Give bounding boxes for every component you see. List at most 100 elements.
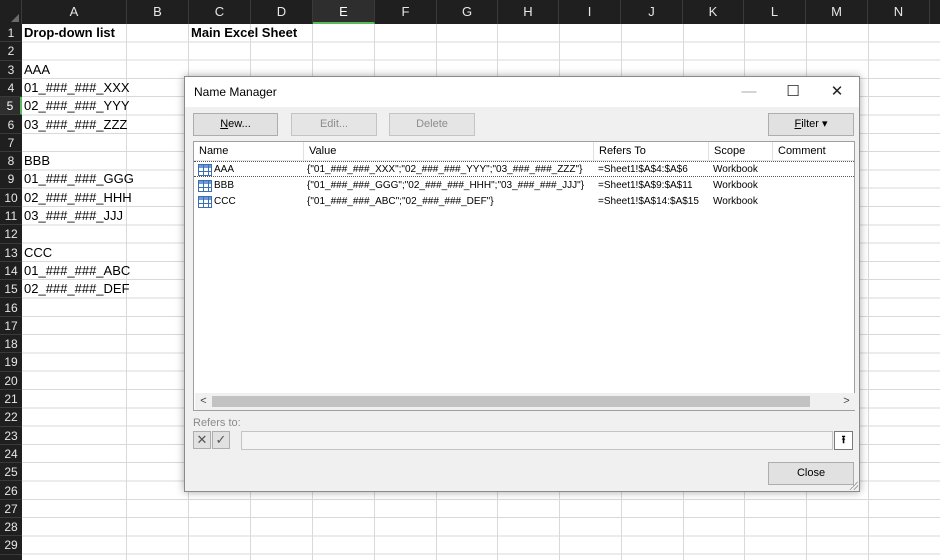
name-manager-dialog: Name Manager — ☐ ✕ New... Edit... Delete… <box>184 76 860 492</box>
table-row[interactable]: BBB {"01_###_###_GGG";"02_###_###_HHH";"… <box>194 178 854 194</box>
row-header[interactable]: 4 <box>0 79 22 98</box>
row-header[interactable]: 19 <box>0 353 22 372</box>
horizontal-scrollbar[interactable]: < > <box>195 393 855 410</box>
table-row[interactable]: AAA {"01_###_###_XXX";"02_###_###_YYY";"… <box>194 161 854 177</box>
table-row[interactable]: CCC {"01_###_###_ABC";"02_###_###_DEF"} … <box>194 194 854 210</box>
new-button-mnemonic: N <box>220 118 229 130</box>
cell-a11[interactable]: 03_###_###_JJJ <box>22 207 123 225</box>
cell-a6[interactable]: 03_###_###_ZZZ <box>22 116 127 134</box>
column-header-j[interactable]: J <box>621 0 683 24</box>
row-refers-to: =Sheet1!$A$9:$A$11 <box>598 180 693 191</box>
column-header-h[interactable]: H <box>498 0 559 24</box>
column-header-l[interactable]: L <box>744 0 806 24</box>
dialog-title: Name Manager <box>194 85 277 99</box>
dropdown-arrow-icon: ▾ <box>822 118 828 130</box>
row-header[interactable]: 1 <box>0 24 22 43</box>
row-value: {"01_###_###_XXX";"02_###_###_YYY";"03_#… <box>307 164 583 175</box>
column-header-a[interactable]: A <box>22 0 127 24</box>
row-header[interactable]: 25 <box>0 463 22 482</box>
minimize-icon[interactable]: — <box>727 77 771 107</box>
row-header[interactable]: 23 <box>0 427 22 445</box>
row-header[interactable]: 16 <box>0 299 22 317</box>
dialog-titlebar[interactable]: Name Manager — ☐ ✕ <box>185 77 859 107</box>
row-header[interactable]: 6 <box>0 116 22 134</box>
scroll-left-icon[interactable]: < <box>195 393 212 410</box>
row-header[interactable]: 26 <box>0 482 22 500</box>
scroll-right-icon[interactable]: > <box>838 393 855 410</box>
column-name-header[interactable]: Name <box>194 142 304 161</box>
row-header[interactable]: 24 <box>0 445 22 464</box>
row-header[interactable]: 29 <box>0 536 22 555</box>
cancel-edit-icon[interactable]: ✕ <box>193 431 211 449</box>
close-button[interactable]: Close <box>768 462 854 485</box>
row-value: {"01_###_###_GGG";"02_###_###_HHH";"03_#… <box>307 180 585 191</box>
row-header[interactable]: 7 <box>0 134 22 153</box>
row-header[interactable]: 9 <box>0 170 22 189</box>
row-header[interactable]: 10 <box>0 189 22 207</box>
column-header-bar: A B C D E F G H I J K L M N <box>0 0 940 24</box>
row-header[interactable]: 15 <box>0 280 22 299</box>
row-header[interactable]: 17 <box>0 317 22 336</box>
row-header[interactable]: 11 <box>0 207 22 226</box>
resize-grip-icon[interactable] <box>848 480 858 490</box>
row-header[interactable]: 3 <box>0 61 22 79</box>
named-range-icon <box>198 180 212 192</box>
row-header[interactable]: 22 <box>0 408 22 427</box>
column-refers-to-header[interactable]: Refers To <box>594 142 709 161</box>
row-header[interactable]: 18 <box>0 335 22 354</box>
column-value-header[interactable]: Value <box>304 142 594 161</box>
cell-a8[interactable]: BBB <box>22 152 50 170</box>
close-icon[interactable]: ✕ <box>815 77 859 107</box>
row-header[interactable]: 28 <box>0 518 22 537</box>
cell-a14[interactable]: 01_###_###_ABC <box>22 262 130 280</box>
row-header[interactable]: 13 <box>0 244 22 262</box>
scrollbar-thumb[interactable] <box>212 396 810 407</box>
row-header[interactable]: 12 <box>0 225 22 244</box>
new-button[interactable]: New... <box>193 113 278 136</box>
column-header-i[interactable]: I <box>559 0 621 24</box>
cell-a13[interactable]: CCC <box>22 244 52 262</box>
filter-button[interactable]: Filter ▾ <box>768 113 854 136</box>
column-header-g[interactable]: G <box>437 0 498 24</box>
confirm-edit-icon[interactable]: ✓ <box>212 431 230 449</box>
collapse-dialog-icon[interactable]: ⭱ <box>834 431 853 450</box>
column-header-c[interactable]: C <box>189 0 251 24</box>
maximize-icon[interactable]: ☐ <box>771 77 815 107</box>
row-scope: Workbook <box>713 180 758 191</box>
column-header-f[interactable]: F <box>375 0 437 24</box>
column-comment-header[interactable]: Comment <box>773 142 854 161</box>
cell-a5[interactable]: 02_###_###_YYY <box>22 97 130 115</box>
row-header[interactable]: 14 <box>0 262 22 281</box>
row-header[interactable]: 8 <box>0 152 22 171</box>
row-refers-to: =Sheet1!$A$4:$A$6 <box>598 164 688 175</box>
cell-c1[interactable]: Main Excel Sheet <box>189 24 297 42</box>
cell-a4[interactable]: 01_###_###_XXX <box>22 79 130 97</box>
edit-button[interactable]: Edit... <box>291 113 377 136</box>
column-header-k[interactable]: K <box>683 0 744 24</box>
row-header-bar: 1 2 3 4 5 6 7 8 9 10 11 12 13 14 15 16 1… <box>0 24 22 560</box>
column-header-m[interactable]: M <box>806 0 868 24</box>
names-list[interactable]: Name Value Refers To Scope Comment AAA {… <box>193 141 855 411</box>
cell-a9[interactable]: 01_###_###_GGG <box>22 170 134 188</box>
column-header-e[interactable]: E <box>313 0 375 24</box>
select-all-corner[interactable] <box>0 0 22 24</box>
cell-a3[interactable]: AAA <box>22 61 50 79</box>
refers-to-input[interactable] <box>241 431 833 450</box>
row-header[interactable]: 2 <box>0 42 22 61</box>
row-header[interactable]: 21 <box>0 390 22 409</box>
named-range-icon <box>198 196 212 208</box>
filter-button-label: ilter <box>801 118 819 130</box>
row-header[interactable]: 27 <box>0 500 22 519</box>
column-header-b[interactable]: B <box>127 0 189 24</box>
delete-button[interactable]: Delete <box>389 113 475 136</box>
column-header-d[interactable]: D <box>251 0 313 24</box>
cell-a15[interactable]: 02_###_###_DEF <box>22 280 130 298</box>
select-all-triangle-icon <box>11 14 19 22</box>
row-header[interactable]: 20 <box>0 372 22 390</box>
cell-a1[interactable]: Drop-down list <box>22 24 115 42</box>
cell-a10[interactable]: 02_###_###_HHH <box>22 189 132 207</box>
column-scope-header[interactable]: Scope <box>709 142 773 161</box>
column-header-n[interactable]: N <box>868 0 930 24</box>
row-header-active[interactable]: 5 <box>0 97 22 116</box>
row-scope: Workbook <box>713 164 758 175</box>
